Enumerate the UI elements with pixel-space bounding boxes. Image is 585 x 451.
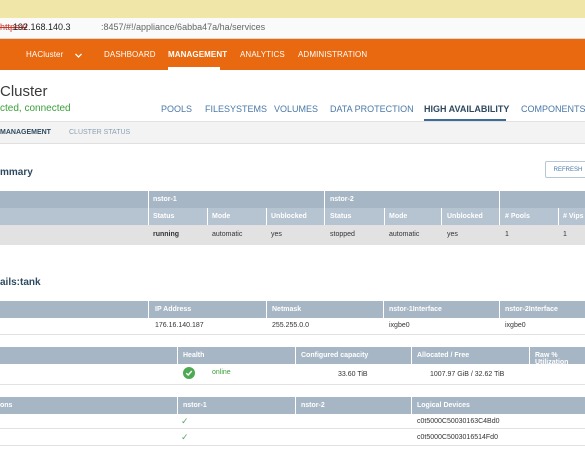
health-value: online <box>212 369 231 376</box>
table-row[interactable] <box>0 225 585 245</box>
col-nstor-1: nstor-1 <box>183 402 207 409</box>
refresh-button[interactable]: REFRESH <box>545 161 585 178</box>
tab-pools[interactable]: POOLS <box>161 104 192 114</box>
col-mode-2: Mode <box>389 213 408 220</box>
tab-components[interactable]: COMPONENTS <box>521 104 585 114</box>
nav-management[interactable]: MANAGEMENT <box>168 50 227 59</box>
summary-group-header <box>0 191 585 208</box>
check-icon: ✓ <box>181 416 189 426</box>
devices-header <box>0 397 585 414</box>
browser-tab-strip <box>0 0 585 18</box>
logical-device-2: c0t5000C5003016514Fd0 <box>417 434 498 441</box>
configured-capacity-value: 33.60 TiB <box>338 371 368 378</box>
col-vips: # Vips <box>563 213 584 220</box>
nstor1-interface-value: ixgbe0 <box>389 322 410 329</box>
col-unblocked-2: Unblocked <box>447 213 483 220</box>
summary-title: mmary <box>0 167 33 178</box>
unblocked-value-2: yes <box>447 231 458 238</box>
logical-device-1: c0t5000C50030163C4Bd0 <box>417 418 500 425</box>
col-logical-devices: Logical Devices <box>417 402 470 409</box>
netmask-value: 255.255.0.0 <box>272 322 309 329</box>
group-header-nstor-2: nstor-2 <box>330 196 354 203</box>
col-ip-address: IP Address <box>155 306 192 313</box>
status-value-1: running <box>153 231 180 238</box>
check-circle-icon <box>183 367 195 379</box>
nav-analytics[interactable]: ANALYTICS <box>240 50 285 59</box>
status-value-2: stopped <box>330 231 355 238</box>
nav-dashboard[interactable]: DASHBOARD <box>104 50 156 59</box>
col-unblocked-1: Unblocked <box>271 213 307 220</box>
col-netmask: Netmask <box>272 306 302 313</box>
tab-data-protection[interactable]: DATA PROTECTION <box>330 104 414 114</box>
col-raw-utilization: Raw % Utilization <box>535 352 569 366</box>
nav-administration[interactable]: ADMINISTRATION <box>298 50 367 59</box>
chevron-down-icon[interactable] <box>74 47 83 65</box>
nstor2-interface-value: ixgbe0 <box>505 322 526 329</box>
col-configured-capacity: Configured capacity <box>301 352 369 359</box>
mode-value-2: automatic <box>389 231 420 238</box>
col-mode-1: Mode <box>212 213 231 220</box>
tab-volumes[interactable]: VOLUMES <box>274 104 318 114</box>
url-host: 192.168.140.3 <box>13 22 71 32</box>
connection-status: cted, connected <box>0 103 71 114</box>
col-options: ons <box>0 402 13 409</box>
cluster-selector[interactable]: HACluster <box>26 50 63 59</box>
col-nstor2-interface: nstor-2Interface <box>505 306 558 313</box>
nav-active-indicator <box>168 67 220 70</box>
mode-value-1: automatic <box>212 231 243 238</box>
url-path: :8457/#!/appliance/6abba47a/ha/services <box>101 22 266 32</box>
page-title: Cluster <box>0 83 48 100</box>
allocated-free-value: 1007.97 GiB / 32.62 TiB <box>430 371 505 378</box>
col-pools: # Pools <box>505 213 530 220</box>
group-header-nstor-1: nstor-1 <box>153 196 177 203</box>
col-allocated-free: Allocated / Free <box>417 352 470 359</box>
ip-address-value: 176.16.140.187 <box>155 322 204 329</box>
check-icon: ✓ <box>181 432 189 442</box>
tab-high-availability[interactable]: HIGH AVAILABILITY <box>424 104 509 114</box>
col-health: Health <box>183 352 205 359</box>
address-bar[interactable] <box>0 18 585 39</box>
unblocked-value-1: yes <box>271 231 282 238</box>
col-nstor-2: nstor-2 <box>301 402 325 409</box>
top-navbar <box>0 39 585 70</box>
pool-header <box>0 347 585 364</box>
col-status-2: Status <box>330 213 352 220</box>
col-nstor1-interface: nstor-1Interface <box>389 306 442 313</box>
subtab-management[interactable]: MANAGEMENT <box>0 129 51 136</box>
col-status-1: Status <box>153 213 175 220</box>
details-title: ails:tank <box>0 277 41 288</box>
subtab-cluster-status[interactable]: CLUSTER STATUS <box>69 129 130 136</box>
tab-filesystems[interactable]: FILESYSTEMS <box>205 104 267 114</box>
pools-count: 1 <box>505 231 509 238</box>
vips-count: 1 <box>563 231 567 238</box>
